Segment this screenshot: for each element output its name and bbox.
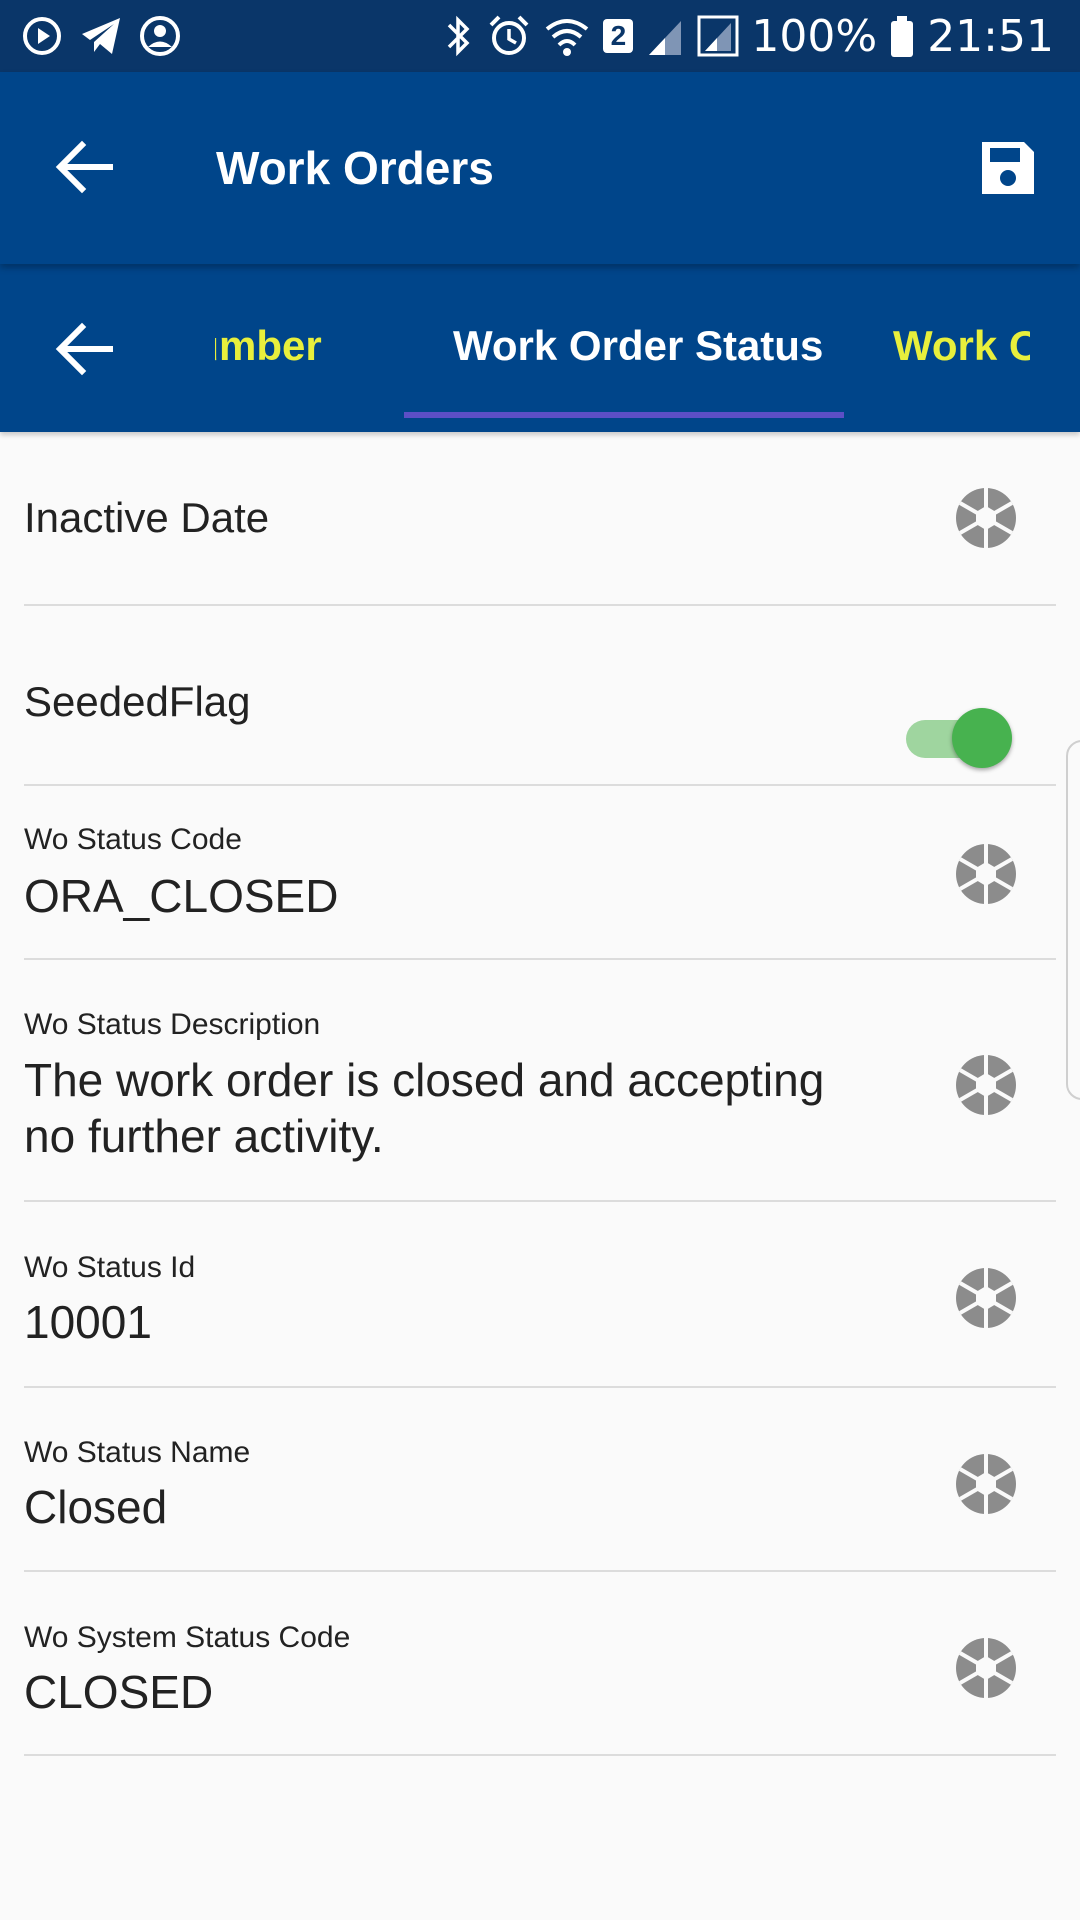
seeded-flag-toggle[interactable]: [904, 706, 1016, 770]
field-label: Wo Status Code: [24, 823, 242, 856]
field-label: Wo Status Id: [24, 1251, 196, 1284]
field-seeded-flag: SeededFlag: [24, 604, 1056, 786]
active-tab-indicator: [404, 412, 844, 418]
tab-number[interactable]: Number: [215, 318, 322, 374]
field-value: 10001: [24, 1296, 152, 1348]
status-bar-right-icons: 2 100% 21:51: [441, 8, 1054, 64]
field-label: Wo Status Description: [24, 1008, 321, 1041]
camera-shutter-icon[interactable]: [954, 1636, 1018, 1700]
field-value-line-2: no further activity.: [24, 1110, 384, 1162]
save-floppy-icon[interactable]: [978, 138, 1038, 198]
field-wo-status-id: Wo Status Id 10001: [24, 1202, 1056, 1388]
signal-icon: [649, 21, 682, 55]
field-wo-status-description: Wo Status Description The work order is …: [24, 960, 1056, 1202]
battery-percent: 100%: [751, 10, 878, 62]
camera-shutter-icon[interactable]: [954, 1266, 1018, 1330]
battery-icon: [891, 16, 914, 57]
media-play-icon: [23, 17, 61, 55]
tab-work-order[interactable]: Work Or: [893, 318, 1030, 374]
edge-panel-handle[interactable]: [1066, 740, 1080, 1100]
camera-shutter-icon[interactable]: [954, 842, 1018, 906]
camera-shutter-icon[interactable]: [954, 1053, 1018, 1117]
arrow-back-icon[interactable]: [48, 130, 122, 204]
camera-shutter-icon[interactable]: [954, 1452, 1018, 1516]
field-label: Wo Status Name: [24, 1436, 251, 1469]
field-wo-status-code: Wo Status Code ORA_CLOSED: [24, 786, 1056, 960]
status-bar: 2 100% 21:51: [0, 0, 1080, 72]
account-circle-icon: [140, 16, 180, 56]
roaming-signal-icon: [697, 15, 739, 57]
status-bar-left-icons: [18, 12, 184, 60]
field-value: Closed: [24, 1481, 168, 1533]
field-wo-status-name: Wo Status Name Closed: [24, 1388, 1056, 1572]
page-title: Work Orders: [216, 142, 494, 194]
field-value-line-1: The work order is closed and accepting: [24, 1054, 825, 1106]
field-label: Wo System Status Code: [24, 1621, 351, 1654]
telegram-icon: [82, 18, 120, 54]
wifi-icon: [546, 19, 589, 56]
field-label: SeededFlag: [24, 678, 251, 725]
tab-bar: Number Work Order Status Work Or: [0, 264, 1080, 432]
field-value: CLOSED: [24, 1666, 214, 1718]
clock: 21:51: [927, 10, 1054, 62]
toggle-thumb: [952, 708, 1012, 768]
field-value: ORA_CLOSED: [24, 870, 339, 922]
sim-badge: 2: [603, 19, 634, 53]
tab-work-order-status[interactable]: Work Order Status: [453, 318, 823, 374]
bluetooth-icon: [448, 15, 470, 57]
tab-scroll-back-icon[interactable]: [48, 312, 122, 386]
alarm-icon: [489, 15, 529, 55]
field-wo-system-status-code: Wo System Status Code CLOSED: [24, 1572, 1056, 1756]
camera-shutter-icon[interactable]: [954, 486, 1018, 550]
field-inactive-date: Inactive Date: [24, 432, 1056, 606]
app-bar: Work Orders: [0, 72, 1080, 264]
tab-strip: Number Work Order Status Work Or: [215, 264, 1030, 432]
field-label: Inactive Date: [24, 494, 270, 541]
